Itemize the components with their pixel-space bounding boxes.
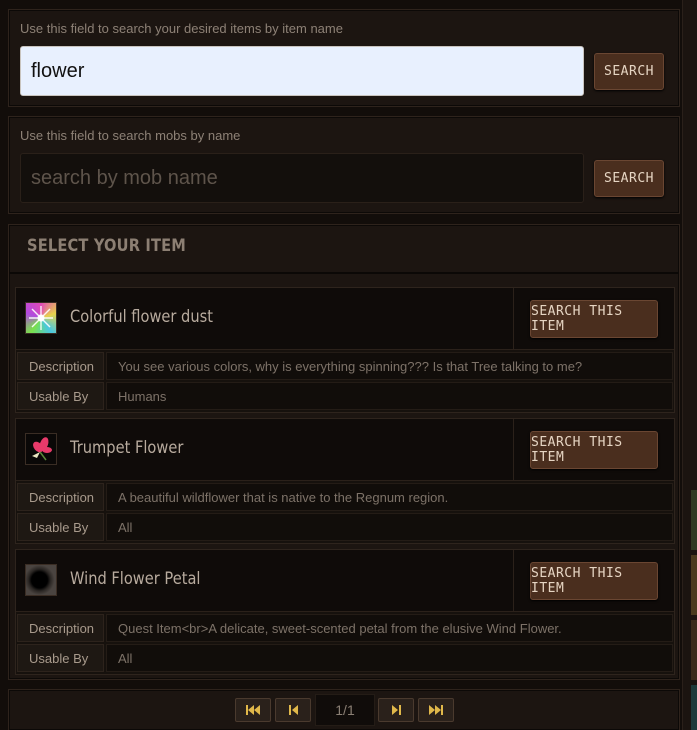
pagination-bar: 1/1	[8, 689, 680, 730]
header-divider-line	[513, 288, 514, 350]
mob-search-input[interactable]	[20, 153, 584, 203]
usable-by-label: Usable By	[17, 644, 104, 672]
item-search-panel: Use this field to search your desired it…	[8, 9, 680, 107]
mob-search-button[interactable]: SEARCH	[594, 160, 664, 197]
item-search-input[interactable]	[20, 46, 584, 96]
next-page-icon[interactable]	[378, 698, 414, 722]
item-search-hint: Use this field to search your desired it…	[20, 21, 343, 36]
usable-by-row: Usable By All	[16, 643, 674, 673]
description-label: Description	[17, 483, 104, 511]
last-page-icon[interactable]	[418, 698, 454, 722]
description-row: Description You see various colors, why …	[16, 351, 674, 381]
item-header: Trumpet Flower SEARCH THIS ITEM	[16, 419, 674, 481]
usable-by-value: All	[106, 513, 673, 541]
right-edge-strip	[682, 0, 697, 730]
search-this-item-button[interactable]: SEARCH THIS ITEM	[530, 562, 658, 600]
item-header: Colorful flower dust SEARCH THIS ITEM	[16, 288, 674, 350]
usable-by-value: Humans	[106, 382, 673, 410]
wind-flower-petal-icon	[25, 564, 57, 596]
usable-by-value: All	[106, 644, 673, 672]
search-this-item-button[interactable]: SEARCH THIS ITEM	[530, 300, 658, 338]
colorful-flower-dust-icon	[25, 302, 57, 334]
usable-by-label: Usable By	[17, 382, 104, 410]
header-divider-line	[513, 550, 514, 612]
item-name: Trumpet Flower	[70, 438, 184, 458]
description-label: Description	[17, 614, 104, 642]
usable-by-row: Usable By Humans	[16, 381, 674, 411]
search-this-item-button[interactable]: SEARCH THIS ITEM	[530, 431, 658, 469]
item-card: Colorful flower dust SEARCH THIS ITEM De…	[15, 287, 675, 413]
description-row: Description Quest Item<br>A delicate, sw…	[16, 613, 674, 643]
mob-search-hint: Use this field to search mobs by name	[20, 128, 241, 143]
item-search-button[interactable]: SEARCH	[594, 53, 664, 90]
description-row: Description A beautiful wildflower that …	[16, 482, 674, 512]
item-header: Wind Flower Petal SEARCH THIS ITEM	[16, 550, 674, 612]
mob-search-panel: Use this field to search mobs by name SE…	[8, 116, 680, 214]
trumpet-flower-icon	[25, 433, 57, 465]
header-divider-line	[513, 419, 514, 481]
previous-page-icon[interactable]	[275, 698, 311, 722]
results-panel: SELECT YOUR ITEM Colorful flower dust SE…	[8, 224, 680, 680]
header-divider	[9, 272, 679, 274]
description-label: Description	[17, 352, 104, 380]
item-card: Wind Flower Petal SEARCH THIS ITEM Descr…	[15, 549, 675, 675]
page-indicator: 1/1	[315, 694, 375, 726]
usable-by-label: Usable By	[17, 513, 104, 541]
description-value: Quest Item<br>A delicate, sweet-scented …	[106, 614, 673, 642]
item-card: Trumpet Flower SEARCH THIS ITEM Descript…	[15, 418, 675, 544]
usable-by-row: Usable By All	[16, 512, 674, 542]
item-name: Colorful flower dust	[70, 307, 213, 327]
description-value: You see various colors, why is everythin…	[106, 352, 673, 380]
item-name: Wind Flower Petal	[70, 569, 201, 589]
description-value: A beautiful wildflower that is native to…	[106, 483, 673, 511]
results-title: SELECT YOUR ITEM	[27, 236, 187, 256]
first-page-icon[interactable]	[235, 698, 271, 722]
